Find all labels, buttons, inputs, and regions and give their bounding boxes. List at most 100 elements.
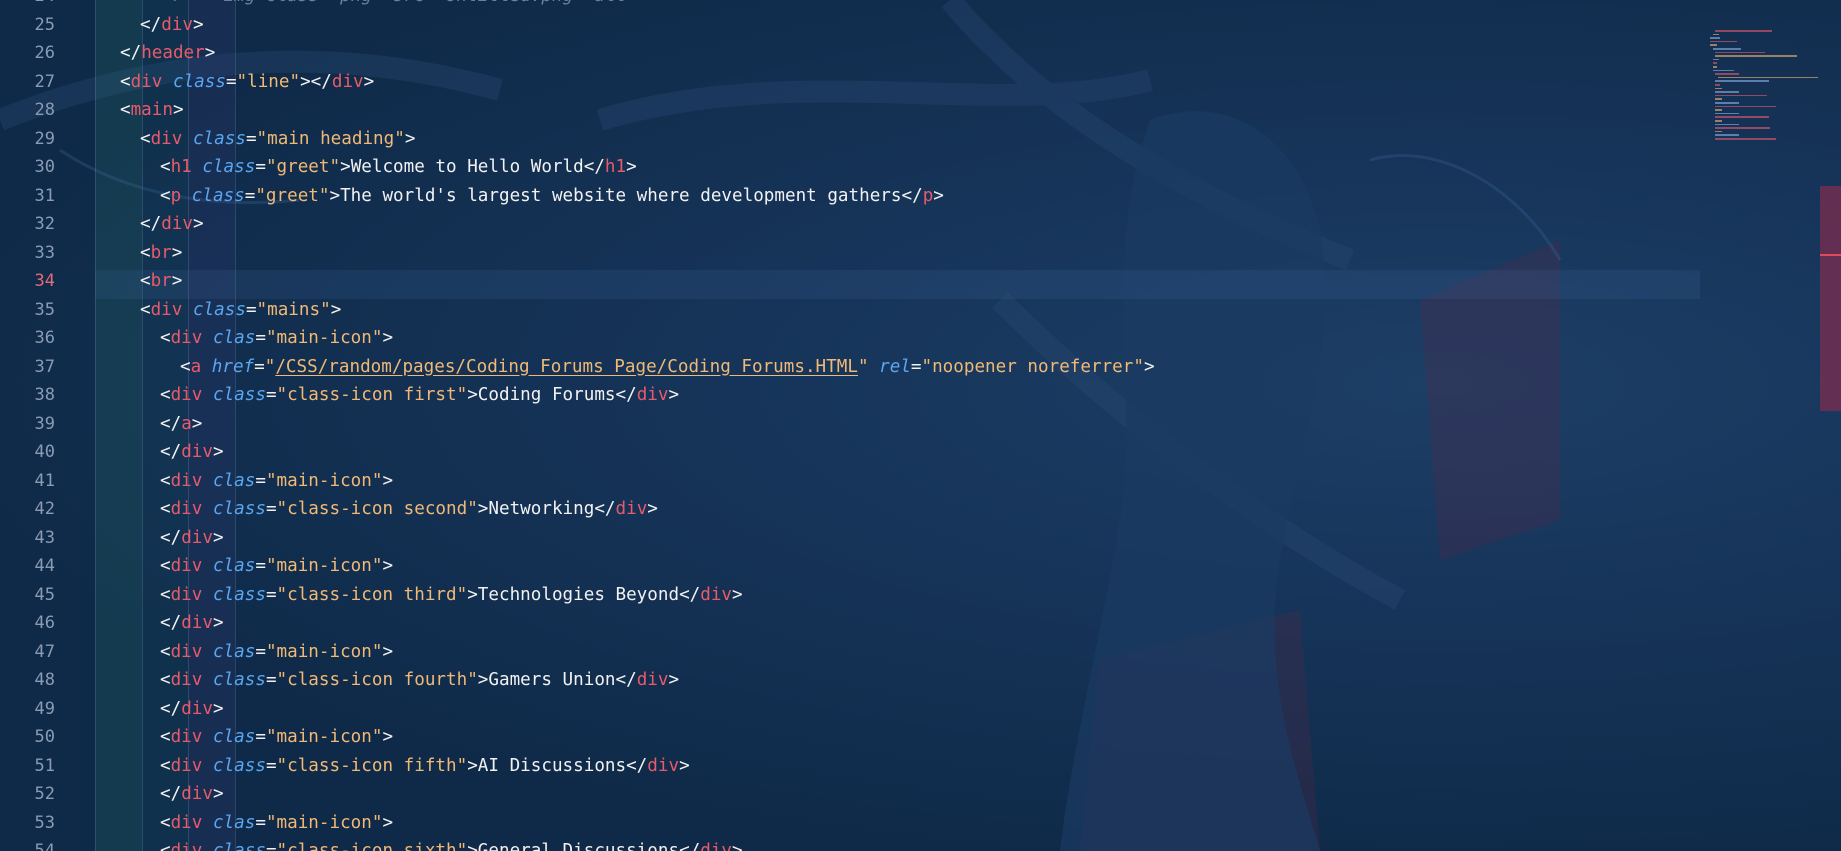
- minimap-line: [1715, 120, 1722, 122]
- token-eq: =: [255, 157, 266, 177]
- token-punct: >: [679, 755, 690, 776]
- token-punct: <: [160, 727, 171, 747]
- code-line[interactable]: <div class="mains">: [140, 296, 341, 325]
- token-str: ": [857, 356, 869, 377]
- code-line[interactable]: </div>: [140, 11, 204, 40]
- token-punct: </: [615, 670, 637, 690]
- code-line[interactable]: <div class="line"></div>: [120, 68, 374, 97]
- minimap-line: [1715, 116, 1770, 118]
- token-tag: div: [170, 812, 203, 833]
- minimap-line: [1715, 112, 1740, 115]
- code-line[interactable]: <div class="class-icon fifth">AI Discuss…: [160, 752, 690, 781]
- code-line[interactable]: <div clas="main-icon">: [160, 723, 393, 752]
- code-line[interactable]: <p class="greet">The world's largest web…: [160, 182, 944, 211]
- token-str: "mains": [256, 299, 331, 320]
- code-line[interactable]: <!-- <img class="png" src="Untitled.png"…: [160, 0, 711, 11]
- vertical-scrollbar[interactable]: [1820, 0, 1841, 851]
- token-punct: >: [171, 271, 183, 291]
- minimap-line: [1715, 51, 1765, 54]
- code-line[interactable]: <div clas="main-icon">: [160, 638, 393, 667]
- token-eq: =: [255, 812, 266, 833]
- code-line[interactable]: <div clas="main-icon">: [160, 552, 393, 581]
- token-punct: >: [668, 385, 680, 405]
- minimap-line: [1712, 62, 1718, 64]
- token-attr: class: [212, 385, 266, 405]
- minimap[interactable]: [1700, 0, 1820, 170]
- token-punct: >: [477, 499, 489, 519]
- token-punct: >: [467, 841, 478, 851]
- code-line[interactable]: <a href="/CSS/random/pages/Coding Forums…: [180, 353, 1155, 382]
- code-line[interactable]: </div>: [140, 210, 204, 239]
- code-line[interactable]: <div class="main heading">: [140, 125, 415, 154]
- token-eq: =: [265, 385, 277, 405]
- token-punct: </: [160, 442, 182, 462]
- token-punct: >: [933, 185, 944, 206]
- token-punct: >: [626, 157, 637, 177]
- token-tag: div: [150, 299, 183, 320]
- token-punct: </: [160, 413, 182, 434]
- minimap-line: [1715, 134, 1740, 136]
- token-punct: </: [901, 185, 923, 206]
- token-tag: div: [170, 755, 203, 776]
- token-str: "main-icon": [265, 812, 383, 833]
- code-line[interactable]: </div>: [160, 780, 224, 809]
- code-line[interactable]: <main>: [120, 96, 184, 125]
- minimap-line: [1715, 80, 1770, 82]
- code-editor[interactable]: 2425262728293031323334353637383940414243…: [0, 0, 1841, 851]
- token-punct: >: [382, 556, 394, 576]
- token-link[interactable]: /CSS/random/pages/Coding Forums Page/Cod…: [275, 357, 858, 377]
- token-punct: </: [160, 784, 182, 804]
- token-punct: >: [329, 185, 341, 206]
- code-line[interactable]: </div>: [160, 695, 224, 724]
- token-punct: <: [160, 584, 171, 605]
- minimap-line: [1712, 48, 1742, 50]
- code-line[interactable]: <div clas="main-icon">: [160, 324, 393, 353]
- code-line[interactable]: <div class="class-icon sixth">General Di…: [160, 837, 743, 851]
- token-eq: =: [255, 727, 266, 747]
- code-line[interactable]: <div clas="main-icon">: [160, 467, 393, 496]
- minimap-line: [1715, 138, 1776, 140]
- code-line[interactable]: </div>: [160, 438, 224, 467]
- token-tag: div: [700, 841, 733, 851]
- token-punct: <: [160, 755, 171, 776]
- code-line[interactable]: <div class="class-icon second">Networkin…: [160, 495, 658, 524]
- code-line[interactable]: </header>: [120, 39, 215, 68]
- code-line[interactable]: <h1 class="greet">Welcome to Hello World…: [160, 153, 637, 182]
- code-line[interactable]: <br>: [140, 267, 182, 296]
- token-text: Gamers Union: [488, 670, 616, 690]
- token-tag: div: [170, 385, 203, 405]
- token-punct: >: [732, 841, 743, 851]
- token-eq: =: [265, 670, 277, 690]
- code-line[interactable]: </div>: [160, 609, 224, 638]
- code-area[interactable]: <!-- <img class="png" src="Untitled.png"…: [0, 0, 1700, 851]
- token-text: Coding Forums: [477, 385, 616, 405]
- token-punct: <: [160, 812, 171, 833]
- scrollbar-thumb[interactable]: [1820, 186, 1841, 411]
- token-str: "class-icon fourth": [276, 670, 478, 690]
- code-line[interactable]: </a>: [160, 410, 202, 439]
- code-line[interactable]: <div class="class-icon first">Coding For…: [160, 381, 679, 410]
- code-line[interactable]: </div>: [160, 524, 224, 553]
- token-punct: >: [382, 470, 394, 491]
- token-punct: <: [160, 470, 171, 491]
- token-punct: <: [140, 242, 151, 263]
- token-punct: </: [594, 499, 616, 519]
- token-attr: class: [191, 185, 245, 206]
- token-tag: div: [181, 527, 213, 548]
- token-tag: header: [141, 43, 205, 63]
- minimap-line: [1710, 40, 1737, 43]
- token-punct: >: [204, 43, 216, 63]
- code-line[interactable]: <div class="class-icon third">Technologi…: [160, 581, 743, 610]
- token-punct: </: [679, 584, 701, 605]
- code-line[interactable]: <div class="class-icon fourth">Gamers Un…: [160, 666, 679, 695]
- code-line[interactable]: <br>: [140, 239, 182, 268]
- code-line[interactable]: <div clas="main-icon">: [160, 809, 393, 838]
